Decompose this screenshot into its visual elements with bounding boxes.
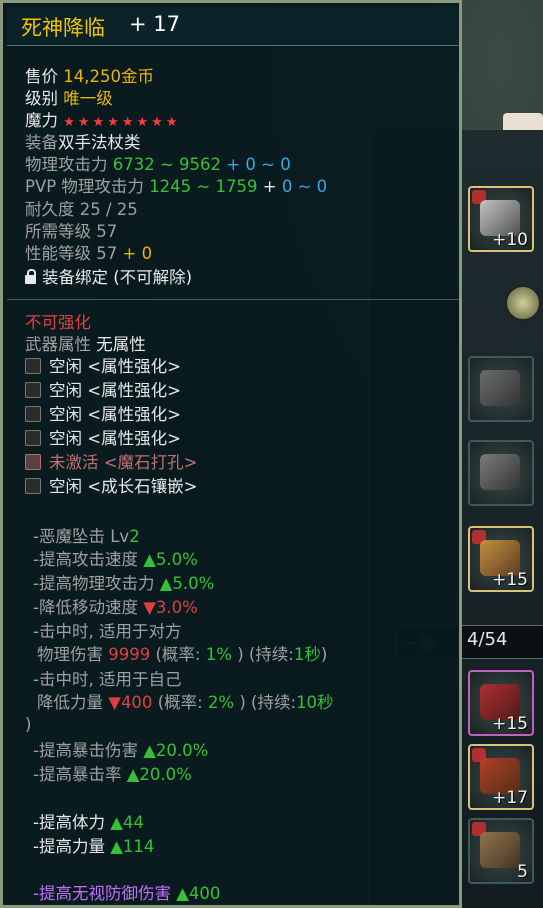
item-count: +15 <box>492 570 528 590</box>
item-count: +15 <box>492 714 528 734</box>
skill-row: -恶魔坠击 Lv2 <box>33 527 140 546</box>
no-enhance-label: 不可强化 <box>25 313 91 332</box>
phys-damage-row: 物理伤害 9999 (概率: 1% ) (持续:1秒) <box>37 645 328 664</box>
socket-icon <box>25 382 41 398</box>
socket-slot: 空闲 <属性强化> <box>25 428 181 450</box>
item-count: 5 <box>517 862 528 882</box>
phys-attack-value: 6732 ~ 9562 <box>112 155 222 174</box>
socket-icon <box>25 406 41 422</box>
vitality-row: -提高体力 ▲44 <box>33 813 144 832</box>
grade-value: 唯一级 <box>63 89 113 108</box>
equip-type-row: 装备双手法杖类 <box>25 133 141 152</box>
socket-slot: 空闲 <属性强化> <box>25 380 181 402</box>
strength-down-row: 降低力量 ▼400 (概率: 2% ) (持续:10秒 <box>37 693 334 712</box>
crit-damage-row: -提高暴击伤害 ▲20.0% <box>33 741 209 760</box>
orb-button-icon[interactable] <box>505 285 541 321</box>
ignore-defense-row: -提高无视防御伤害 ▲400 <box>33 884 221 903</box>
inventory-slot[interactable]: +10 <box>468 186 534 252</box>
grade-row: 级别 唯一级 <box>25 89 113 108</box>
socket-icon <box>25 430 41 446</box>
tab-count: 4/54 <box>467 629 508 650</box>
socket-icon <box>25 478 41 494</box>
crit-rate-row: -提高暴击率 ▲20.0% <box>33 765 192 784</box>
weapon-attr-row: 武器属性 无属性 <box>25 335 146 354</box>
equip-type: 双手法杖类 <box>58 133 141 152</box>
inventory-slot[interactable] <box>468 440 534 506</box>
inventory-slot[interactable]: +15 <box>468 526 534 592</box>
inventory-slot[interactable]: 5 <box>468 818 534 884</box>
inventory-slot[interactable]: +17 <box>468 744 534 810</box>
magic-row: 魔力 ★★★★★★★★ <box>25 111 181 130</box>
move-speed-row: -降低移动速度 ▼3.0% <box>33 598 198 617</box>
socket-slot-inactive: 未激活 <魔石打孔> <box>25 452 197 474</box>
item-count: +17 <box>492 788 528 808</box>
bind-row: 装备绑定 (不可解除) <box>25 267 192 289</box>
pvp-attack-row: PVP 物理攻击力 1245 ~ 1759 + 0 ~ 0 <box>25 177 328 196</box>
attack-speed-row: -提高攻击速度 ▲5.0% <box>33 550 198 569</box>
performance-level-row: 性能等级 57 + 0 <box>25 244 153 263</box>
on-hit-self-row: -击中时, 适用于自己 <box>33 670 182 689</box>
strength-row: -提高力量 ▲114 <box>33 837 155 856</box>
price-value: 14,250金币 <box>63 67 154 86</box>
lock-icon <box>25 269 36 284</box>
socket-slot: 空闲 <成长石镶嵌> <box>25 476 197 498</box>
price-row: 售价 14,250金币 <box>25 67 154 86</box>
on-hit-enemy-row: -击中时, 适用于对方 <box>33 622 182 641</box>
phys-attack-row: 物理攻击力 6732 ~ 9562 + 0 ~ 0 <box>25 155 291 174</box>
inventory-slot[interactable] <box>468 356 534 422</box>
socket-slot: 空闲 <属性强化> <box>25 356 181 378</box>
item-count: +10 <box>492 230 528 250</box>
socket-icon <box>25 358 41 374</box>
armor-icon <box>480 370 520 406</box>
pvp-attack-value: 1245 ~ 1759 <box>149 177 258 196</box>
durability-row: 耐久度 25 / 25 <box>25 200 138 219</box>
item-enhance-level: + 17 <box>129 12 180 36</box>
stone-icon <box>480 454 520 490</box>
phys-attack-bonus-row: -提高物理攻击力 ▲5.0% <box>33 574 215 593</box>
strength-down-close: ) <box>25 715 32 734</box>
required-level-row: 所需等级 57 <box>25 222 118 241</box>
item-tooltip: 死神降临 + 17 售价 14,250金币 级别 唯一级 魔力 ★★★★★★★★… <box>0 0 462 908</box>
magic-stars: ★★★★★★★★ <box>63 115 181 130</box>
inventory-slot[interactable]: +15 <box>468 670 534 736</box>
socket-slot: 空闲 <属性强化> <box>25 404 181 426</box>
socket-inactive-icon <box>25 454 41 470</box>
chest-icon <box>480 832 520 868</box>
divider <box>7 299 459 300</box>
item-title-bar: 死神降临 + 17 <box>7 7 459 46</box>
item-name: 死神降临 <box>21 16 105 40</box>
